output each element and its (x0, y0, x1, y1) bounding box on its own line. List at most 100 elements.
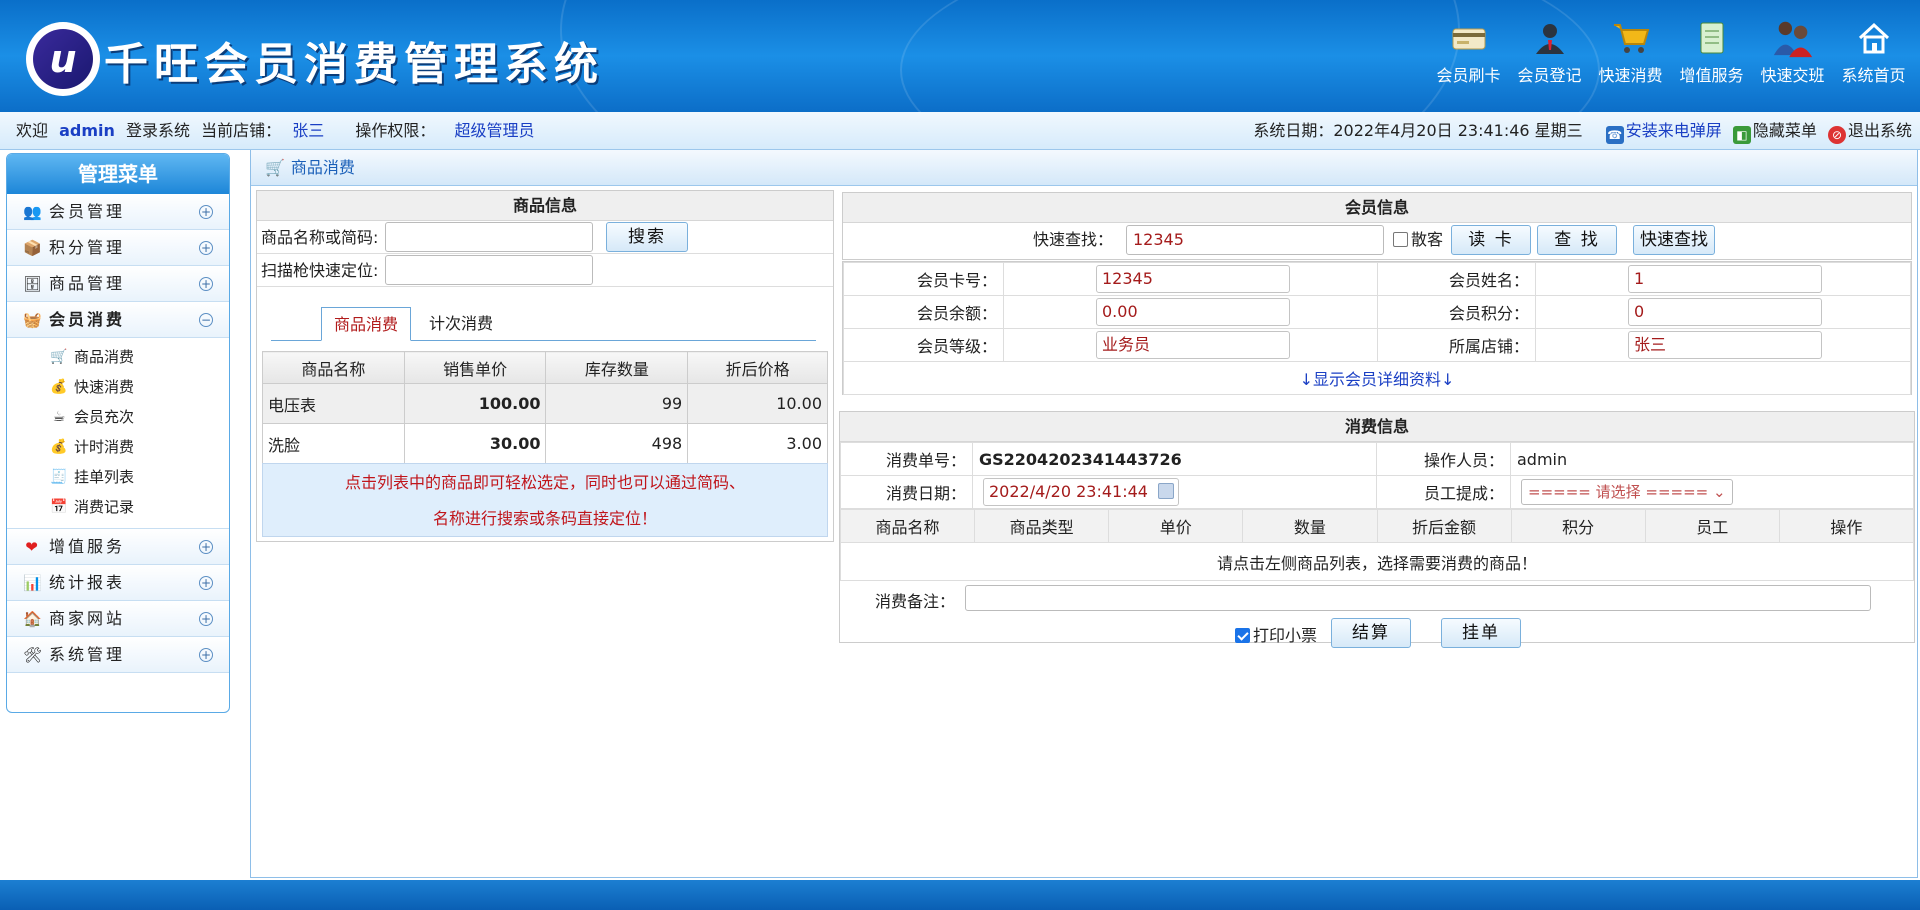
logo-mark: u (33, 29, 93, 89)
menu-group-member-consume[interactable]: 🧺 会员消费 − (7, 302, 229, 338)
column-header: 折后价格 (687, 351, 828, 384)
menu-group-points-management[interactable]: 📦 积分管理 + (7, 230, 229, 266)
tab-count-consume[interactable]: 计次消费 (417, 307, 505, 341)
consume-date-label: 消费日期： (840, 475, 973, 509)
menu-group-merchant-site[interactable]: 🏠 商家网站 + (7, 601, 229, 637)
calendar-icon[interactable] (1158, 483, 1174, 499)
calendar-icon: 📅 (50, 499, 68, 515)
column-header: 折后金额 (1376, 509, 1512, 543)
sidebar-item-hold-list[interactable]: 🧾 挂单列表 (7, 462, 229, 492)
nav-label: 会员登记 (1517, 66, 1582, 85)
nav-home[interactable]: 系统首页 (1833, 18, 1914, 86)
menu-group-system-management[interactable]: 🛠 系统管理 + (7, 637, 229, 673)
card-reader-icon (1448, 18, 1490, 58)
hide-menu-label: 隐藏菜单 (1752, 121, 1817, 140)
sidebar-item-product-consume[interactable]: 🛒 商品消费 (7, 342, 229, 372)
hold-order-button[interactable]: 挂单 (1441, 618, 1521, 648)
remark-input[interactable] (965, 585, 1871, 611)
app-header: u 千旺会员消费管理系统 会员刷卡 会员登记 快速消费 增值服务 快速交班 系统… (0, 0, 1920, 112)
system-actions: 系统日期：2022年4月20日 23:41:46 星期三 ☎ 安装来电弹屏 ◧ 隐藏… (1253, 112, 1912, 150)
find-button[interactable]: 查 找 (1537, 225, 1617, 255)
sidebar-item-quick-consume[interactable]: 💰 快速消费 (7, 372, 229, 402)
system-date: 2022年4月20日 23:41:46 星期三 (1333, 121, 1583, 140)
print-receipt-checkbox[interactable] (1235, 628, 1250, 643)
empty-items-message: 请点击左侧商品列表，选择需要消费的商品！ (840, 542, 1914, 581)
permission-label: 操作权限： (355, 121, 436, 140)
tip-line: 名称进行搜索或条码直接定位！ (432, 509, 657, 528)
expand-icon[interactable]: + (199, 241, 213, 255)
nav-quick-shift[interactable]: 快速交班 (1752, 18, 1833, 86)
menu-group-member-management[interactable]: 👥 会员管理 + (7, 194, 229, 230)
nav-quick-consume[interactable]: 快速消费 (1590, 18, 1671, 86)
expand-icon[interactable]: + (199, 540, 213, 554)
coins-icon: 💰 (50, 439, 68, 455)
level-field: 业务员 (1096, 331, 1290, 359)
guest-option[interactable]: 散客 (1393, 223, 1443, 257)
nav-member-register[interactable]: 会员登记 (1509, 18, 1590, 86)
sidebar-item-consume-records[interactable]: 📅 消费记录 (7, 492, 229, 522)
commission-select[interactable]: ===== 请选择 ===== ⌄ (1521, 479, 1733, 505)
hide-menu-link[interactable]: ◧ 隐藏菜单 (1732, 121, 1822, 144)
menu-group-reports[interactable]: 📊 统计报表 + (7, 565, 229, 601)
barcode-scan-input[interactable] (385, 255, 593, 285)
tab-product-consume[interactable]: 商品消费 (321, 307, 412, 341)
menu-group-label: 系统管理 (49, 645, 126, 664)
sidebar-item-member-recharge[interactable]: ☕ 会员充次 (7, 402, 229, 432)
detail-cell: ↓显示会员详细资料↓ (843, 361, 1911, 395)
collapse-icon[interactable]: − (199, 313, 213, 327)
table-header-row: 商品名称 商品类型 单价 数量 折后金额 积分 员工 操作 (839, 509, 1915, 543)
product-search-input[interactable] (385, 222, 593, 252)
member-register-icon (1529, 18, 1571, 58)
main-content: 🛒 商品消费 商品信息 商品名称或简码: 搜索 扫描枪快速定位: 商品消费 计次消… (250, 150, 1918, 878)
expand-icon[interactable]: + (199, 648, 213, 662)
read-card-button[interactable]: 读 卡 (1451, 225, 1531, 255)
heart-icon: ❤ (25, 538, 41, 556)
expand-icon[interactable]: + (199, 205, 213, 219)
menu-group-product-management[interactable]: 🗄 商品管理 + (7, 266, 229, 302)
consume-info-table: 消费单号： GS2204202341443726 操作人员： admin 消费日… (840, 442, 1914, 509)
consume-date-input[interactable]: 2022/4/20 23:41:44 (983, 478, 1179, 506)
price-cell: 100.00 (403, 383, 547, 424)
sidebar-title: 管理菜单 (7, 154, 229, 194)
print-receipt-option[interactable]: 打印小票 (1235, 622, 1317, 646)
page-title: 商品消费 (290, 158, 355, 177)
remark-row: 消费备注： (840, 581, 1914, 617)
search-button[interactable]: 搜索 (606, 222, 688, 252)
guest-checkbox[interactable] (1393, 232, 1408, 247)
menu-group-label: 商家网站 (49, 609, 126, 628)
menu-group-label: 统计报表 (49, 573, 126, 592)
current-store: 张三 (292, 121, 325, 140)
current-user: admin (59, 121, 115, 140)
product-panel-title: 商品信息 (257, 191, 833, 221)
show-member-details-link[interactable]: ↓显示会员详细资料↓ (1300, 370, 1455, 389)
welcome-text: 欢迎 (16, 121, 49, 140)
app-logo: u (26, 22, 100, 96)
quick-find-button[interactable]: 快速查找 (1633, 225, 1715, 255)
expand-icon[interactable]: + (199, 277, 213, 291)
install-popup-link[interactable]: ☎ 安装来电弹屏 (1605, 121, 1727, 144)
commission-select-value: ===== 请选择 ===== (1528, 483, 1709, 501)
expand-icon[interactable]: + (199, 612, 213, 626)
footer-bar (0, 880, 1920, 910)
expand-icon[interactable]: + (199, 576, 213, 590)
nav-member-swipe[interactable]: 会员刷卡 (1428, 18, 1509, 86)
guest-label: 散客 (1411, 230, 1444, 249)
sidebar-item-timed-consume[interactable]: 💰 计时消费 (7, 432, 229, 462)
menu-group-value-added[interactable]: ❤ 增值服务 + (7, 529, 229, 565)
sidebar-item-label: 商品消费 (74, 348, 135, 366)
discount-cell: 10.00 (687, 383, 828, 424)
checkout-button[interactable]: 结算 (1331, 618, 1411, 648)
column-header: 积分 (1510, 509, 1646, 543)
commission-label: 员工提成： (1376, 475, 1511, 509)
table-row[interactable]: 洗脸 30.00 498 3.00 (262, 423, 828, 464)
logout-link[interactable]: ⊘ 退出系统 (1827, 121, 1912, 144)
table-row[interactable]: 电压表 100.00 99 10.00 (262, 383, 828, 424)
notepad-icon (1691, 18, 1733, 58)
remark-label: 消费备注： (875, 592, 956, 611)
order-no-value: GS2204202341443726 (972, 442, 1377, 476)
nav-value-added[interactable]: 增值服务 (1671, 18, 1752, 86)
nav-label: 系统首页 (1841, 66, 1906, 85)
quick-find-input[interactable]: 12345 (1126, 225, 1384, 255)
column-header: 销售单价 (403, 351, 547, 384)
member-info-box: 会员卡号： 12345 会员姓名： 1 会员余额： 0.00 会员积分： 0 会… (842, 261, 1912, 395)
